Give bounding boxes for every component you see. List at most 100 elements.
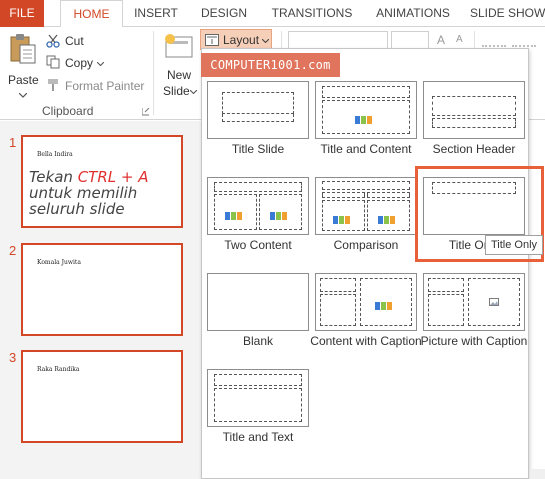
- placeholder-box: [367, 200, 410, 231]
- placeholder-box: [259, 194, 302, 230]
- layout-thumbnail: [207, 177, 309, 235]
- new-slide-icon: [165, 34, 193, 58]
- tab-design[interactable]: DESIGN: [196, 0, 252, 27]
- content-icons: [378, 211, 400, 224]
- content-icons: [375, 297, 397, 310]
- format-painter-icon: [48, 79, 58, 91]
- layout-title-and-text[interactable]: Title and Text: [207, 369, 309, 463]
- layout-blank[interactable]: Blank: [207, 273, 309, 367]
- placeholder-box: [428, 294, 464, 326]
- title-only-tooltip: Title Only: [485, 235, 543, 255]
- powerpoint-window: FILE HOME INSERT DESIGN TRANSITIONS ANIM…: [0, 0, 545, 479]
- layout-title-slide[interactable]: Title Slide: [207, 81, 309, 175]
- placeholder-box: [432, 96, 516, 116]
- layout-label: Picture with Caption: [420, 334, 528, 348]
- placeholder-box: [214, 388, 302, 422]
- chevron-down-icon: [19, 93, 27, 98]
- slide-title-text: Komala Juwita: [37, 259, 81, 266]
- placeholder-box: [214, 374, 302, 386]
- layout-thumbnail: [315, 177, 417, 235]
- chevron-down-icon: [262, 39, 269, 43]
- picture-icon: [489, 298, 499, 306]
- layout-two-content[interactable]: Two Content: [207, 177, 309, 271]
- grow-font-button[interactable]: A: [437, 33, 451, 47]
- layout-label: Comparison: [333, 238, 399, 252]
- slide-title-text: Raka Randika: [37, 366, 80, 373]
- placeholder-box: [222, 114, 294, 122]
- placeholder-box: [320, 278, 356, 292]
- layout-thumbnail: [423, 81, 525, 139]
- slide-number: 2: [9, 243, 17, 258]
- placeholder-box: [322, 200, 365, 231]
- content-icons: [225, 207, 247, 220]
- placeholder-box: [322, 192, 365, 198]
- layout-section-header[interactable]: Section Header: [423, 81, 525, 175]
- layout-label: Title Slide: [231, 142, 285, 156]
- copy-icon: [46, 55, 60, 69]
- placeholder-box: [428, 278, 464, 292]
- content-icons: [333, 211, 355, 224]
- format-painter-button[interactable]: Format Painter: [46, 77, 146, 95]
- clipboard-group-label: Clipboard: [42, 104, 94, 118]
- numbering-button[interactable]: [512, 33, 536, 47]
- slide-title-text: Bella Indira: [37, 151, 73, 158]
- layout-picture-with-caption[interactable]: Picture with Caption: [421, 273, 527, 367]
- slide-thumbnail-2[interactable]: Komala Juwita: [21, 243, 183, 336]
- placeholder-box: [322, 86, 410, 98]
- layout-label: Layout: [223, 33, 260, 47]
- slide-number: 3: [9, 350, 17, 365]
- slide-thumbnail-1[interactable]: Bella Indira Tekan CTRL + A untuk memili…: [21, 135, 183, 228]
- placeholder-box: [322, 100, 410, 134]
- tab-home[interactable]: HOME: [60, 0, 123, 28]
- layout-thumbnail: [315, 81, 417, 139]
- layout-thumbnail: [207, 273, 309, 331]
- ctrl-a-annotation: Tekan CTRL + A untuk memilih seluruh sli…: [29, 169, 187, 217]
- copy-button[interactable]: Copy: [46, 54, 104, 72]
- bullets-button[interactable]: [482, 33, 506, 47]
- dialog-launcher-icon[interactable]: [142, 108, 150, 116]
- content-icons: [270, 207, 292, 220]
- tab-animations[interactable]: ANIMATIONS: [370, 0, 456, 27]
- group-divider: [153, 31, 154, 115]
- placeholder-box: [322, 181, 410, 190]
- tab-transitions[interactable]: TRANSITIONS: [266, 0, 358, 27]
- placeholder-box: [222, 92, 294, 114]
- copy-label: Copy: [65, 56, 94, 70]
- layout-label: Blank: [242, 334, 274, 348]
- placeholder-box: [214, 182, 302, 192]
- layout-label: Title and Text: [222, 430, 294, 444]
- ribbon-tab-bar: FILE HOME INSERT DESIGN TRANSITIONS ANIM…: [0, 0, 545, 28]
- layout-thumbnail: [207, 81, 309, 139]
- cut-label: Cut: [65, 34, 84, 48]
- layout-button[interactable]: Layout: [200, 29, 272, 50]
- placeholder-box: [468, 278, 520, 326]
- cut-button[interactable]: Cut: [46, 32, 96, 50]
- shrink-font-button[interactable]: A: [456, 34, 468, 46]
- new-slide-label-line2: Slide: [163, 84, 190, 98]
- placeholder-box: [360, 278, 412, 326]
- layout-icon: [205, 34, 219, 46]
- paste-button[interactable]: Paste: [4, 33, 42, 98]
- layout-comparison[interactable]: Comparison: [315, 177, 417, 271]
- slide-number: 1: [9, 135, 17, 150]
- slide-thumbnail-3[interactable]: Raka Randika: [21, 350, 183, 443]
- layout-thumbnail: [423, 273, 525, 331]
- chevron-down-icon: [190, 90, 197, 94]
- tab-insert[interactable]: INSERT: [128, 0, 184, 27]
- chevron-down-icon: [97, 62, 104, 66]
- placeholder-box: [214, 194, 257, 230]
- layout-content-with-caption[interactable]: Content with Caption: [310, 273, 422, 367]
- scissors-icon: [46, 34, 60, 48]
- annotation-text: seluruh slide: [29, 200, 125, 218]
- layout-title-and-content[interactable]: Title and Content: [315, 81, 417, 175]
- layout-label: Content with Caption: [310, 334, 422, 348]
- layout-label: Two Content: [224, 238, 292, 252]
- placeholder-box: [367, 192, 410, 198]
- new-slide-button[interactable]: New Slide: [158, 31, 198, 101]
- tab-slide-show[interactable]: SLIDE SHOW: [470, 0, 545, 27]
- layout-label: Section Header: [432, 142, 516, 156]
- content-icons: [355, 111, 377, 124]
- layout-thumbnail: [207, 369, 309, 427]
- layout-label: Title and Content: [320, 142, 412, 156]
- tab-file[interactable]: FILE: [0, 0, 44, 27]
